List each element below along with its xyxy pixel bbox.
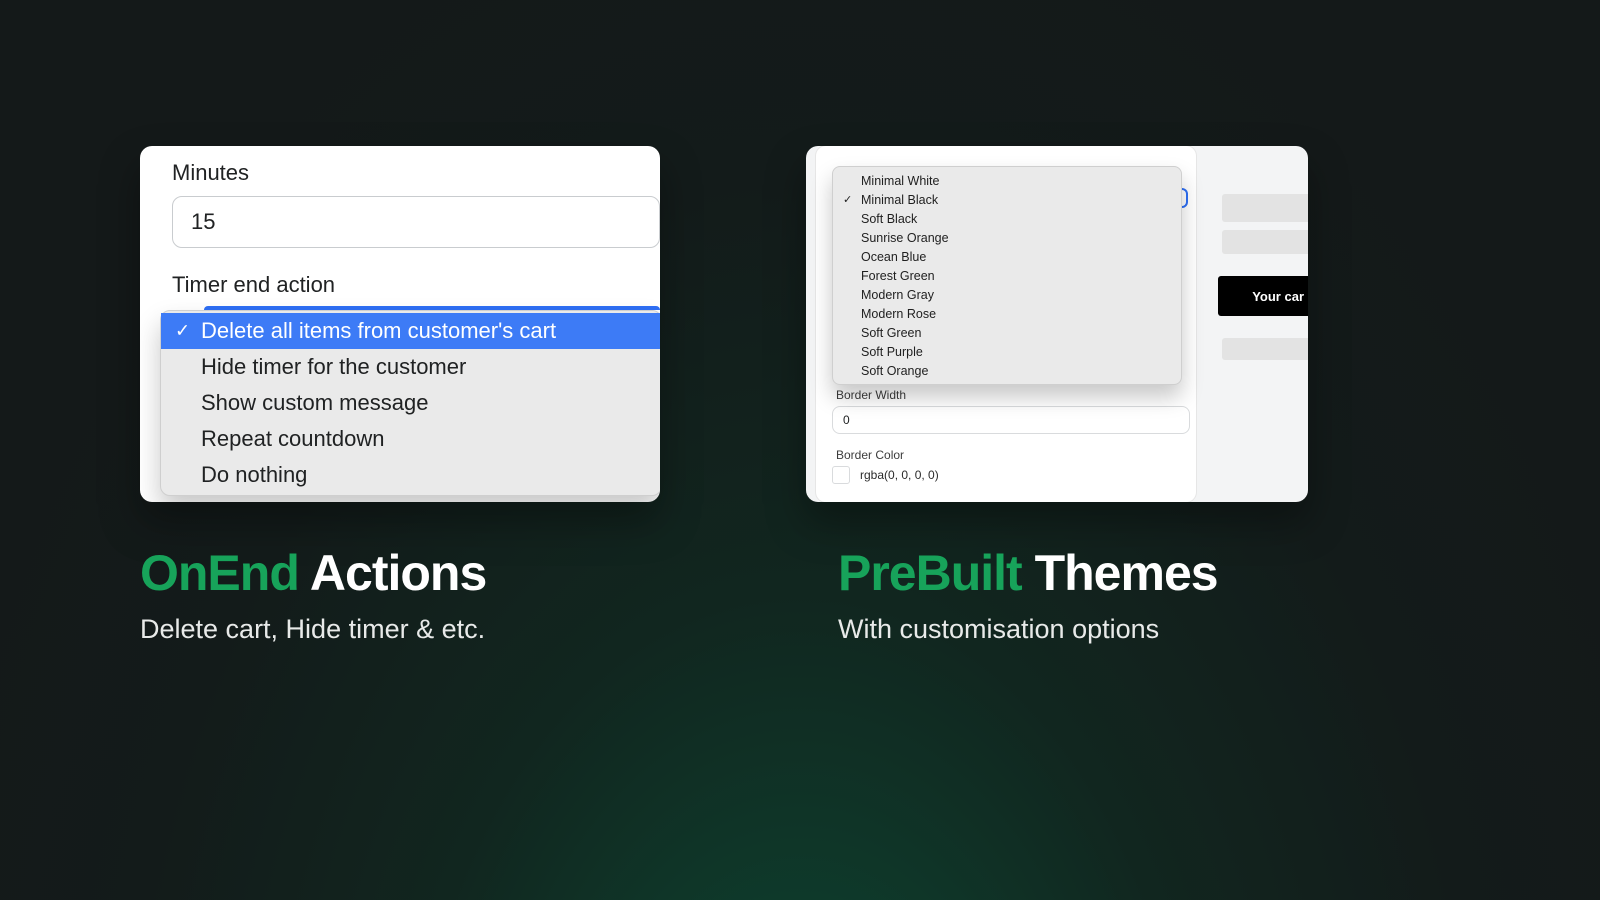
timer-end-action-label: Timer end action <box>140 248 660 306</box>
border-color-value: rgba(0, 0, 0, 0) <box>860 468 939 482</box>
dropdown-option-label: Modern Rose <box>861 307 936 321</box>
dropdown-option-label: Soft Orange <box>861 364 928 378</box>
dropdown-option[interactable]: Modern Gray <box>833 285 1181 304</box>
check-icon: ✓ <box>175 321 190 342</box>
onend-actions-panel: Minutes 15 Timer end action ✓ Delete all… <box>140 146 660 502</box>
dropdown-option-label: Modern Gray <box>861 288 934 302</box>
border-color-field[interactable]: rgba(0, 0, 0, 0) <box>832 466 939 484</box>
dropdown-option[interactable]: ✓ Minimal Black <box>833 190 1181 209</box>
dropdown-option-label: Delete all items from customer's cart <box>201 318 556 344</box>
dropdown-option[interactable]: Minimal White <box>833 171 1181 190</box>
dropdown-option-label: Soft Black <box>861 212 917 226</box>
dropdown-option-label: Show custom message <box>201 390 428 416</box>
dropdown-option-label: Soft Purple <box>861 345 923 359</box>
dropdown-option-label: Sunrise Orange <box>861 231 949 245</box>
border-width-label: Border Width <box>836 388 906 402</box>
dropdown-option[interactable]: Soft Green <box>833 323 1181 342</box>
dropdown-option[interactable]: Forest Green <box>833 266 1181 285</box>
prebuilt-themes-panel: Minimal White ✓Minimal Black Soft Black … <box>806 146 1308 502</box>
check-icon: ✓ <box>843 193 852 206</box>
theme-settings-card: Minimal White ✓Minimal Black Soft Black … <box>816 146 1196 502</box>
dropdown-option[interactable]: Show custom message <box>161 385 660 421</box>
dropdown-option-label: Minimal White <box>861 174 940 188</box>
headline-highlight: OnEnd <box>140 545 299 601</box>
dropdown-option-label: Minimal Black <box>861 193 938 207</box>
prebuilt-headline: PreBuilt Themes <box>838 544 1218 602</box>
preview-placeholder <box>1222 194 1308 222</box>
dropdown-option-label: Repeat countdown <box>201 426 384 452</box>
dropdown-option-label: Hide timer for the customer <box>201 354 466 380</box>
minutes-input[interactable]: 15 <box>172 196 660 248</box>
dropdown-option[interactable]: ✓ Delete all items from customer's cart <box>161 313 660 349</box>
dropdown-option[interactable]: Soft Orange <box>833 361 1181 380</box>
headline-rest: Actions <box>299 545 486 601</box>
theme-select-dropdown[interactable]: Minimal White ✓Minimal Black Soft Black … <box>832 166 1182 385</box>
border-color-label: Border Color <box>836 448 904 462</box>
preview-banner: Your car <box>1218 276 1308 316</box>
dropdown-option[interactable]: Sunrise Orange <box>833 228 1181 247</box>
prebuilt-subtitle: With customisation options <box>838 614 1159 645</box>
dropdown-option[interactable]: Hide timer for the customer <box>161 349 660 385</box>
dropdown-option[interactable]: Soft Purple <box>833 342 1181 361</box>
timer-end-action-select[interactable]: ✓ Delete all items from customer's cart … <box>172 306 660 310</box>
headline-highlight: PreBuilt <box>838 545 1022 601</box>
dropdown-option[interactable]: Soft Black <box>833 209 1181 228</box>
dropdown-option[interactable]: Do nothing <box>161 457 660 493</box>
minutes-label: Minutes <box>140 156 660 196</box>
border-width-input[interactable]: 0 <box>832 406 1190 434</box>
dropdown-option-label: Ocean Blue <box>861 250 926 264</box>
onend-subtitle: Delete cart, Hide timer & etc. <box>140 614 485 645</box>
color-swatch[interactable] <box>832 466 850 484</box>
dropdown-option[interactable]: Modern Rose <box>833 304 1181 323</box>
preview-placeholder <box>1222 338 1308 360</box>
preview-banner-text: Your car <box>1252 289 1304 304</box>
preview-placeholder <box>1222 230 1308 254</box>
dropdown-option[interactable]: Repeat countdown <box>161 421 660 457</box>
dropdown-option-label: Forest Green <box>861 269 935 283</box>
headline-rest: Themes <box>1022 545 1218 601</box>
timer-end-action-dropdown: ✓ Delete all items from customer's cart … <box>160 310 660 496</box>
dropdown-option[interactable]: Ocean Blue <box>833 247 1181 266</box>
dropdown-option-label: Do nothing <box>201 462 307 488</box>
onend-headline: OnEnd Actions <box>140 544 486 602</box>
dropdown-option-label: Soft Green <box>861 326 921 340</box>
